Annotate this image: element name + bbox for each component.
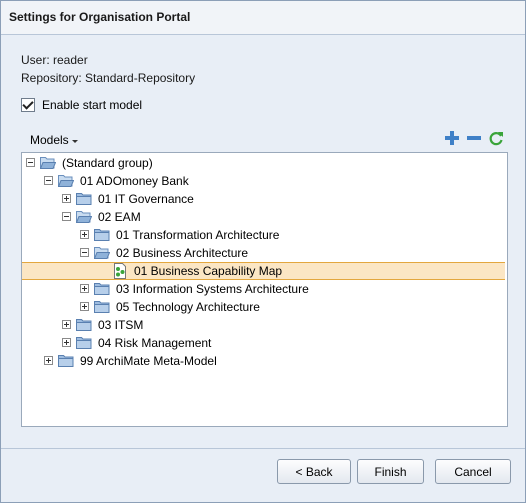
expand-icon[interactable] [80,284,89,293]
enable-start-model-row[interactable]: Enable start model [21,97,142,113]
expand-icon[interactable] [62,338,71,347]
finish-button[interactable]: Finish [357,459,424,484]
caret-down-icon [71,139,78,143]
tree-folder-item[interactable]: 05 Technology Architecture [22,298,505,316]
tree-model-item[interactable]: 01 Business Capability Map [22,262,505,280]
repository-label: Repository: Standard-Repository [21,71,196,85]
folder-icon [76,337,92,349]
user-label: User: reader [21,53,88,67]
tree-folder-item[interactable]: 01 ADOmoney Bank [22,172,505,190]
folder-open-icon [58,175,74,187]
expand-icon[interactable] [80,302,89,311]
model-icon [114,263,126,279]
tree-folder-item[interactable]: 01 IT Governance [22,190,505,208]
folder-open-icon [94,247,110,259]
plus-icon[interactable] [444,130,460,146]
tree-item-label: 01 Business Capability Map [134,264,283,278]
tree-item-label: 05 Technology Architecture [116,300,260,314]
tree-folder-item[interactable]: (Standard group) [22,154,505,172]
folder-open-icon [76,211,92,223]
tree-folder-item[interactable]: 03 ITSM [22,316,505,334]
folder-icon [94,301,110,313]
tree-item-label: 99 ArchiMate Meta-Model [80,354,217,368]
collapse-icon[interactable] [44,176,53,185]
folder-icon [76,319,92,331]
refresh-icon[interactable] [488,130,504,146]
folder-icon [94,229,110,241]
window-title: Settings for Organisation Portal [9,10,191,24]
tree-item-label: 02 EAM [98,210,141,224]
tree-folder-item[interactable]: 02 EAM [22,208,505,226]
collapse-icon[interactable] [62,212,71,221]
tree-folder-item[interactable]: 02 Business Architecture [22,244,505,262]
footer-divider [1,448,525,449]
tree-item-label: 04 Risk Management [98,336,212,350]
models-menu-label: Models [30,133,69,147]
title-bar: Settings for Organisation Portal [1,1,525,35]
tree-item-label: 03 Information Systems Architecture [116,282,309,296]
collapse-icon[interactable] [80,248,89,257]
models-tree[interactable]: (Standard group) 01 ADOmoney Bank 01 IT Go… [21,152,508,427]
tree-item-label: 01 IT Governance [98,192,194,206]
models-menu[interactable]: Models [30,133,78,147]
expand-icon[interactable] [44,356,53,365]
tree-item-label: (Standard group) [62,156,153,170]
folder-icon [76,193,92,205]
tree-folder-item[interactable]: 03 Information Systems Architecture [22,280,505,298]
tree-item-label: 01 ADOmoney Bank [80,174,189,188]
tree-item-label: 02 Business Architecture [116,246,249,260]
tree-folder-item[interactable]: 01 Transformation Architecture [22,226,505,244]
collapse-icon[interactable] [26,158,35,167]
settings-dialog: Settings for Organisation Portal User: r… [0,0,526,503]
folder-icon [94,283,110,295]
folder-open-icon [40,157,56,169]
enable-start-model-label: Enable start model [42,98,143,112]
expand-icon[interactable] [62,320,71,329]
folder-icon [58,355,74,367]
expand-icon[interactable] [80,230,89,239]
tree-folder-item[interactable]: 04 Risk Management [22,334,505,352]
enable-start-model-checkbox[interactable] [21,98,35,112]
expand-icon[interactable] [62,194,71,203]
tree-item-label: 01 Transformation Architecture [116,228,280,242]
tree-item-label: 03 ITSM [98,318,144,332]
back-button[interactable]: < Back [277,459,351,484]
minus-icon[interactable] [466,130,482,146]
cancel-button[interactable]: Cancel [435,459,511,484]
tree-folder-item[interactable]: 99 ArchiMate Meta-Model [22,352,505,370]
